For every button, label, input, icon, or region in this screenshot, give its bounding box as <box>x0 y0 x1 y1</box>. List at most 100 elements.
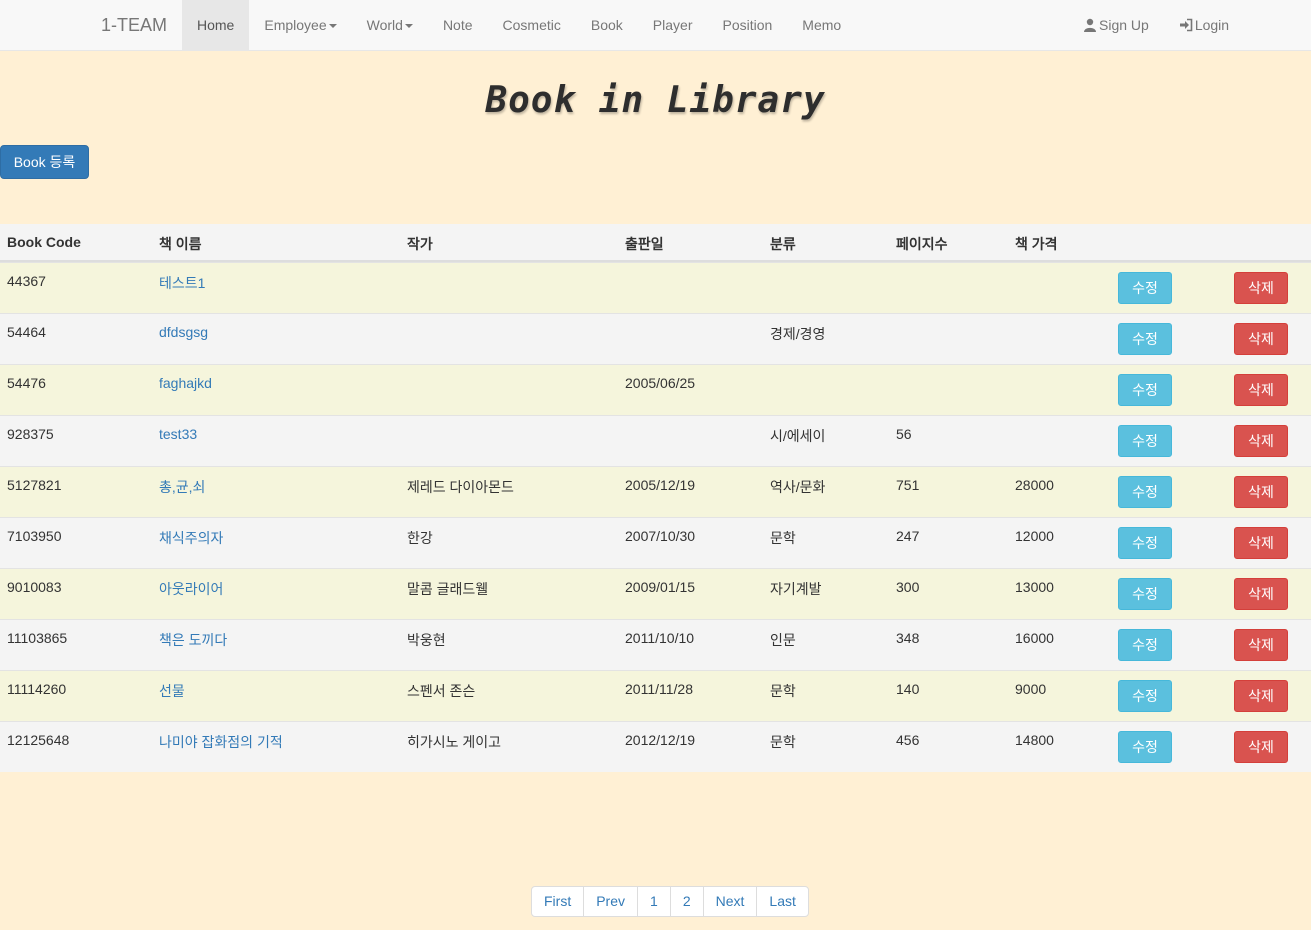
cell-category: 문학 <box>770 683 796 699</box>
cell-book-code: 44367 <box>7 273 46 289</box>
brand-link[interactable]: 1-TEAM <box>101 0 167 50</box>
cell-category: 시/에세이 <box>770 428 826 444</box>
cell-book-name[interactable]: 책은 도끼다 <box>159 630 227 650</box>
login-link[interactable]: Login <box>1164 0 1244 50</box>
page-last[interactable]: Last <box>756 886 809 917</box>
nav-position[interactable]: Position <box>707 0 787 50</box>
delete-button[interactable]: 삭제 <box>1234 374 1288 406</box>
cell-price: 14800 <box>1015 732 1054 748</box>
cell-price: 13000 <box>1015 579 1054 595</box>
edit-button[interactable]: 수정 <box>1118 476 1172 508</box>
cell-category: 문학 <box>770 734 796 750</box>
cell-book-code: 9010083 <box>7 579 62 595</box>
header-category: 분류 <box>770 236 796 252</box>
cell-book-name[interactable]: faghajkd <box>159 375 212 391</box>
cell-category: 경제/경영 <box>770 326 826 342</box>
edit-button[interactable]: 수정 <box>1118 527 1172 559</box>
table-row: 54476 faghajkd 2005/06/25 수정 삭제 <box>0 364 1311 415</box>
edit-button[interactable]: 수정 <box>1118 578 1172 610</box>
cell-author: 스펜서 존슨 <box>407 683 476 699</box>
nav-memo[interactable]: Memo <box>787 0 856 50</box>
cell-book-code: 11114260 <box>7 681 67 697</box>
edit-button[interactable]: 수정 <box>1118 323 1172 355</box>
delete-button[interactable]: 삭제 <box>1234 527 1288 559</box>
nav-world-label: World <box>366 17 403 33</box>
delete-button[interactable]: 삭제 <box>1234 731 1288 763</box>
caret-down-icon <box>328 24 337 29</box>
header-pages: 페이지수 <box>896 236 948 252</box>
nav-memo-label: Memo <box>802 17 842 33</box>
table-row: 11114260 선물 스펜서 존슨 2011/11/28 문학 140 9000 수정 삭제 <box>0 670 1311 721</box>
cell-book-name[interactable]: 채식주의자 <box>159 528 223 548</box>
nav-player-label: Player <box>652 17 693 33</box>
edit-button[interactable]: 수정 <box>1118 731 1172 763</box>
cell-book-name[interactable]: test33 <box>159 426 197 442</box>
cell-pages: 456 <box>896 732 920 748</box>
page-next[interactable]: Next <box>702 886 758 917</box>
cell-book-name[interactable]: dfdsgsg <box>159 324 208 340</box>
delete-button[interactable]: 삭제 <box>1234 680 1288 712</box>
nav-cosmetic[interactable]: Cosmetic <box>488 0 576 50</box>
edit-button[interactable]: 수정 <box>1118 272 1172 304</box>
book-register-button[interactable]: Book 등록 <box>0 145 89 179</box>
nav-note[interactable]: Note <box>428 0 488 50</box>
table-row: 11103865 책은 도끼다 박웅현 2011/10/10 인문 348 16000 수정 삭… <box>0 619 1311 670</box>
cell-category: 역사/문화 <box>770 479 826 495</box>
cell-publish-date: 2011/11/28 <box>625 681 693 697</box>
cell-book-code: 54476 <box>7 375 46 391</box>
cell-category: 자기계발 <box>770 581 822 597</box>
nav-world-dropdown[interactable]: World <box>352 0 428 50</box>
cell-book-name[interactable]: 테스트1 <box>159 273 205 293</box>
table-row: 9010083 아웃라이어 말콤 글래드웰 2009/01/15 자기계발 300 1300… <box>0 568 1311 619</box>
header-book-name: 책 이름 <box>159 236 202 252</box>
cell-pages: 247 <box>896 528 920 544</box>
nav-position-label: Position <box>722 17 773 33</box>
delete-button[interactable]: 삭제 <box>1234 578 1288 610</box>
edit-button[interactable]: 수정 <box>1118 629 1172 661</box>
book-table: Book Code 책 이름 작가 출판일 분류 페이지수 책 가격 44367… <box>0 224 1311 772</box>
edit-button[interactable]: 수정 <box>1118 680 1172 712</box>
cell-price: 28000 <box>1015 477 1054 493</box>
nav-book[interactable]: Book <box>576 0 638 50</box>
nav-employee-dropdown[interactable]: Employee <box>249 0 351 50</box>
cell-book-name[interactable]: 총,균,쇠 <box>159 477 205 497</box>
nav-employee-label: Employee <box>264 17 327 33</box>
delete-button[interactable]: 삭제 <box>1234 323 1288 355</box>
delete-button[interactable]: 삭제 <box>1234 629 1288 661</box>
page-2[interactable]: 2 <box>669 886 704 917</box>
cell-book-name[interactable]: 나미야 잡화점의 기적 <box>159 732 283 752</box>
cell-pages: 140 <box>896 681 920 697</box>
table-row: 7103950 채식주의자 한강 2007/10/30 문학 247 12000 수정 삭제 <box>0 517 1311 568</box>
edit-button[interactable]: 수정 <box>1118 374 1172 406</box>
table-row: 928375 test33 시/에세이 56 수정 삭제 <box>0 415 1311 466</box>
cell-publish-date: 2005/06/25 <box>625 375 696 391</box>
pagination: First Prev 1 2 Next Last <box>531 886 809 917</box>
edit-button[interactable]: 수정 <box>1118 425 1172 457</box>
cell-book-name[interactable]: 선물 <box>159 681 185 701</box>
cell-author: 한강 <box>407 530 433 546</box>
table-row: 54464 dfdsgsg 경제/경영 수정 삭제 <box>0 313 1311 364</box>
cell-author: 말콤 글래드웰 <box>407 581 489 597</box>
signup-link[interactable]: Sign Up <box>1068 0 1164 50</box>
nav-player[interactable]: Player <box>638 0 708 50</box>
cell-author: 히가시노 게이고 <box>407 734 502 750</box>
delete-button[interactable]: 삭제 <box>1234 476 1288 508</box>
cell-pages: 751 <box>896 477 920 493</box>
page-prev[interactable]: Prev <box>583 886 639 917</box>
cell-pages: 300 <box>896 579 920 595</box>
header-author: 작가 <box>407 236 433 252</box>
delete-button[interactable]: 삭제 <box>1234 272 1288 304</box>
cell-publish-date: 2012/12/19 <box>625 732 696 748</box>
cell-author: 제레드 다이아몬드 <box>407 479 514 495</box>
cell-book-code: 11103865 <box>7 630 68 646</box>
page-1[interactable]: 1 <box>637 886 671 917</box>
nav-note-label: Note <box>442 17 473 33</box>
nav-home[interactable]: Home <box>182 0 250 50</box>
cell-pages: 56 <box>896 426 912 442</box>
delete-button[interactable]: 삭제 <box>1234 425 1288 457</box>
cell-book-name[interactable]: 아웃라이어 <box>159 579 223 599</box>
table-row: 12125648 나미야 잡화점의 기적 히가시노 게이고 2012/12/19 문학 4… <box>0 721 1311 772</box>
top-navbar: 1-TEAM Home Employee World Note Cosmetic… <box>0 0 1311 51</box>
cell-price: 9000 <box>1015 681 1047 697</box>
page-first[interactable]: First <box>531 886 585 917</box>
